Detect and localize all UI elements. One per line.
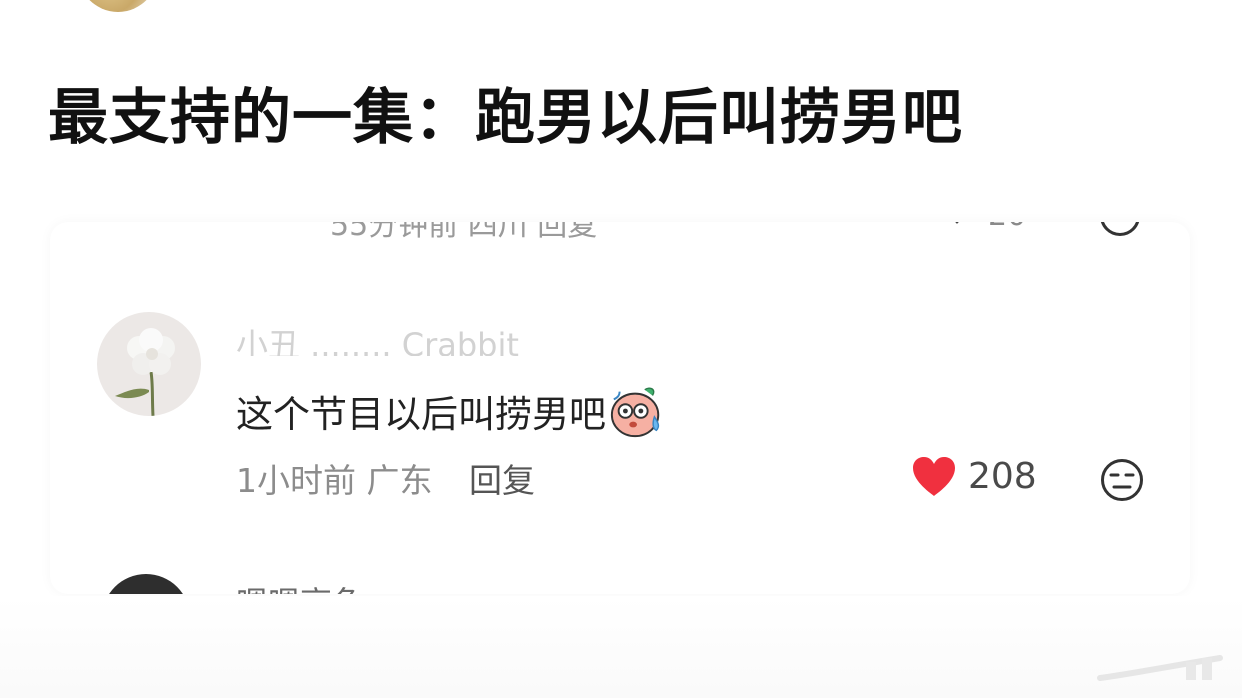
comment-card: 55分钟前 四川 回复 20 小丑 ........ Crabbit 这个节目以… <box>50 222 1190 594</box>
white-flower-icon <box>115 328 175 416</box>
top-username-ghost: · · · · · · <box>510 0 608 13</box>
comment-location: 广东 <box>366 461 433 500</box>
watermark-logo-icon <box>1097 655 1223 681</box>
chevron-down-icon <box>940 222 974 233</box>
avatar[interactable] <box>97 312 201 416</box>
previous-like[interactable]: 20 <box>940 222 1026 233</box>
bottom-strip <box>0 596 1242 698</box>
previous-dislike-icon[interactable] <box>1100 222 1140 236</box>
sweating-face-emoji-icon <box>610 387 660 438</box>
like-count: 208 <box>968 455 1037 497</box>
previous-like-count: 20 <box>988 222 1026 233</box>
heart-icon <box>913 457 955 496</box>
next-comment-avatar[interactable] <box>102 574 190 594</box>
dislike-emoji-icon[interactable] <box>1100 458 1144 502</box>
comment-time: 1小时前 <box>236 461 356 500</box>
top-avatar <box>76 0 160 12</box>
comment-meta: 1小时前 广东 回复 <box>236 454 535 502</box>
comment-text: 这个节目以后叫捞男吧 <box>236 382 666 440</box>
comment-text-body: 这个节目以后叫捞男吧 <box>236 393 606 436</box>
headline: 最支持的一集：跑男以后叫捞男吧 <box>48 83 963 153</box>
next-comment-username[interactable]: 嗯嗯高鱼 <box>236 578 364 594</box>
reply-button[interactable]: 回复 <box>469 461 535 500</box>
comment-username[interactable]: 小丑 ........ Crabbit <box>236 320 519 356</box>
previous-comment-meta: 55分钟前 四川 回复 <box>330 222 598 243</box>
like-button[interactable]: 208 <box>910 454 1037 498</box>
